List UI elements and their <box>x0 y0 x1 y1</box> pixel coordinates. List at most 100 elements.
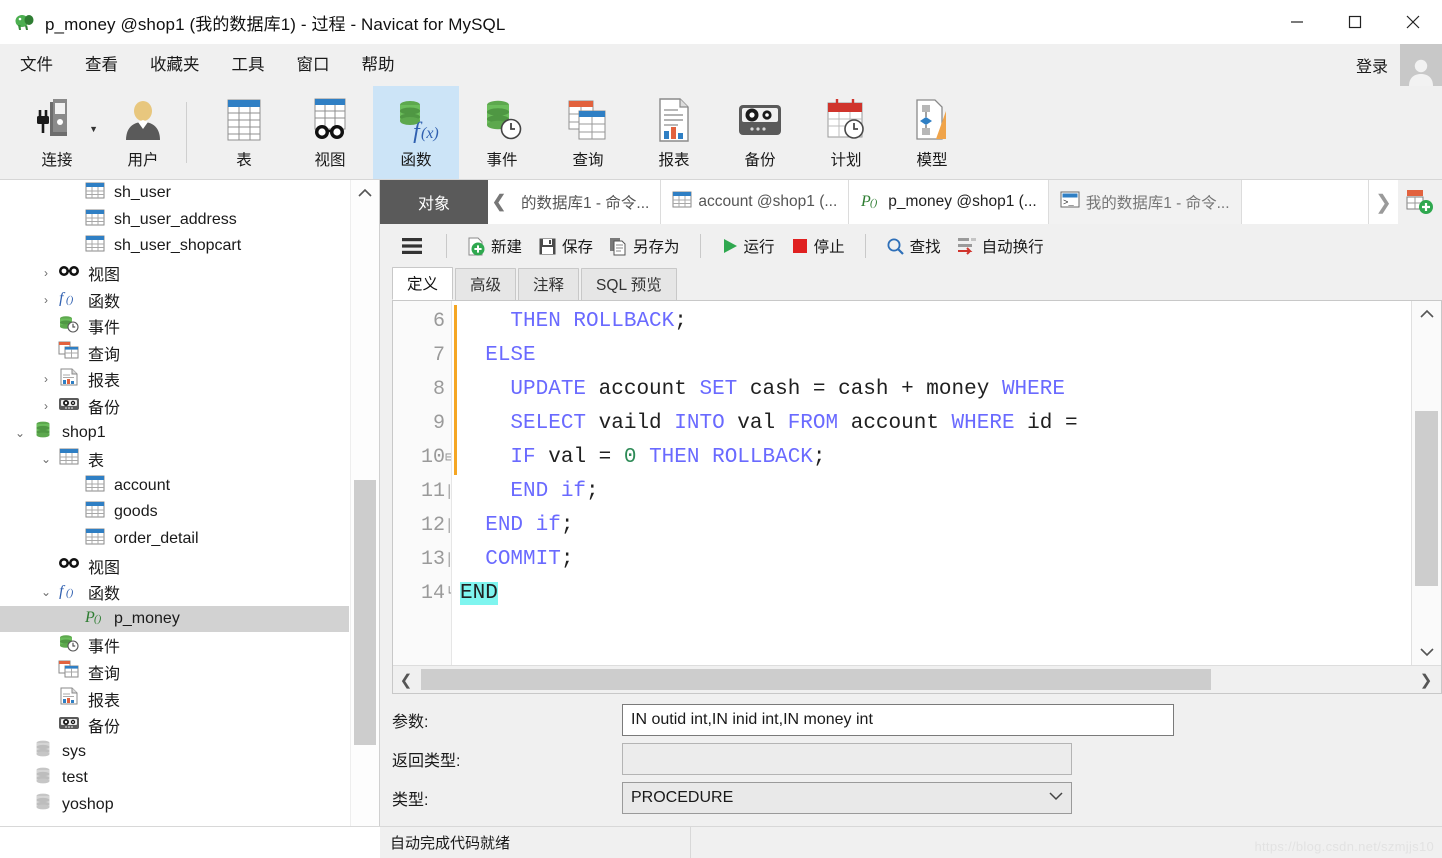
open-tabs[interactable]: 的数据库1 - 命令... account @shop1 (... P() p_mon… <box>510 180 1368 224</box>
subtab[interactable]: 注释 <box>518 268 580 300</box>
chevron-right-icon[interactable]: › <box>36 293 56 307</box>
code-line[interactable]: COMMIT; <box>452 543 1411 577</box>
menu-favorites[interactable]: 收藏夹 <box>140 44 210 86</box>
chevron-down-icon[interactable]: ⌄ <box>36 585 56 599</box>
database-tree[interactable]: sh_user sh_user_address sh_user_shopcart › 视… <box>0 180 349 858</box>
ribbon-event[interactable]: 事件 <box>459 86 545 179</box>
ribbon-connection[interactable]: 连接 ▼ <box>14 86 100 179</box>
menu-file[interactable]: 文件 <box>10 44 63 86</box>
code-area[interactable]: THEN ROLLBACK; ELSE UPDATE account SET c… <box>451 301 1411 665</box>
objects-tab[interactable]: 对象 <box>380 180 488 224</box>
tree-node[interactable]: sh_user_shopcart <box>0 233 349 260</box>
code-line[interactable]: END if; <box>452 509 1411 543</box>
tree-node[interactable]: 视图 <box>0 552 349 579</box>
new-button[interactable]: 新建 <box>459 231 530 261</box>
code-line[interactable]: UPDATE account SET cash = cash + money W… <box>452 373 1411 407</box>
run-button[interactable]: 运行 <box>713 231 783 261</box>
hamburger-menu-icon[interactable] <box>390 237 434 255</box>
editor-horizontal-scrollbar[interactable]: ❮ ❯ <box>393 665 1441 693</box>
find-button[interactable]: 查找 <box>878 231 949 261</box>
tree-node[interactable]: 查询 <box>0 340 349 367</box>
code-line[interactable]: END <box>452 577 1411 611</box>
save-button[interactable]: 保存 <box>530 231 601 261</box>
ribbon-query[interactable]: 查询 <box>545 86 631 179</box>
tree-node[interactable]: 报表 <box>0 685 349 712</box>
editor-scroll-up[interactable] <box>1412 301 1441 327</box>
tree-node[interactable]: ⌄ f() 函数 <box>0 579 349 606</box>
parameters-field[interactable]: IN outid int,IN inid int,IN money int <box>622 704 1174 736</box>
chevron-down-icon[interactable]: ⌄ <box>10 426 30 440</box>
menu-help[interactable]: 帮助 <box>352 44 405 86</box>
word-wrap-button[interactable]: 自动换行 <box>949 231 1052 261</box>
new-tab-plus-icon[interactable] <box>1398 180 1442 224</box>
menu-window[interactable]: 窗口 <box>287 44 340 86</box>
chevron-down-icon[interactable]: ▼ <box>89 124 98 134</box>
sidebar-scroll-up[interactable] <box>351 180 379 206</box>
code-line[interactable]: END if; <box>452 475 1411 509</box>
tree-node[interactable]: P() p_money <box>0 605 349 633</box>
avatar[interactable] <box>1400 44 1442 86</box>
ribbon-function[interactable]: f (x) 函数 <box>373 86 459 179</box>
tree-node[interactable]: ⌄ 表 <box>0 446 349 473</box>
tree-node[interactable]: 事件 <box>0 632 349 659</box>
editor-hscroll-thumb[interactable] <box>421 669 1211 690</box>
sql-editor[interactable]: 6 7 8 9 10 ⊟ 11 │ 12 │ 13 │ 14 └ THEN ROLLBACK; ELSE … <box>392 300 1442 694</box>
tree-node[interactable]: yoshop <box>0 792 349 819</box>
tree-node[interactable]: sh_user_address <box>0 207 349 234</box>
ribbon-model[interactable]: 模型 <box>889 86 975 179</box>
maximize-button[interactable] <box>1326 0 1384 44</box>
chevron-right-icon[interactable]: › <box>36 266 56 280</box>
tree-node[interactable]: 事件 <box>0 313 349 340</box>
chevron-right-icon[interactable]: › <box>36 399 56 413</box>
editor-scroll-down[interactable] <box>1412 639 1441 665</box>
code-line[interactable]: ELSE <box>452 339 1411 373</box>
editor-tab[interactable]: 的数据库1 - 命令... <box>510 180 662 224</box>
definition-subtabs[interactable]: 定义 高级 注释 SQL 预览 <box>380 267 1442 300</box>
ribbon-table[interactable]: 表 <box>201 86 287 179</box>
login-link[interactable]: 登录 <box>1356 53 1388 77</box>
tree-node[interactable]: order_detail <box>0 526 349 553</box>
editor-scroll-right[interactable]: ❯ <box>1413 671 1439 689</box>
ribbon-backup[interactable]: 备份 <box>717 86 803 179</box>
ribbon-user[interactable]: 用户 <box>100 86 186 179</box>
sidebar-scrollbar[interactable] <box>350 180 379 858</box>
chevron-down-icon[interactable]: ⌄ <box>36 452 56 466</box>
tree-node[interactable]: account <box>0 473 349 500</box>
editor-vertical-scrollbar[interactable] <box>1411 301 1441 665</box>
code-line[interactable]: SELECT vaild INTO val FROM account WHERE… <box>452 407 1411 441</box>
chevron-right-icon[interactable]: › <box>36 372 56 386</box>
tree-node[interactable]: › 备份 <box>0 393 349 420</box>
ribbon-report[interactable]: 报表 <box>631 86 717 179</box>
editor-tab[interactable]: P() p_money @shop1 (... <box>849 180 1049 224</box>
tree-node[interactable]: › 视图 <box>0 260 349 287</box>
code-line[interactable]: IF val = 0 THEN ROLLBACK; <box>452 441 1411 475</box>
save-as-button[interactable]: 另存为 <box>601 231 688 261</box>
tree-node[interactable]: 备份 <box>0 712 349 739</box>
minimize-button[interactable] <box>1268 0 1326 44</box>
tree-node[interactable]: goods <box>0 499 349 526</box>
tree-node[interactable]: ⌄ shop1 <box>0 419 349 446</box>
tabs-scroll-right[interactable]: ❯ <box>1368 180 1398 224</box>
ribbon-schedule[interactable]: 计划 <box>803 86 889 179</box>
code-line[interactable]: THEN ROLLBACK; <box>452 305 1411 339</box>
editor-tab[interactable]: >_ 我的数据库1 - 命令... <box>1048 180 1242 224</box>
menu-view[interactable]: 查看 <box>75 44 128 86</box>
tree-node[interactable]: 查询 <box>0 659 349 686</box>
editor-scroll-thumb[interactable] <box>1415 411 1438 586</box>
routine-type-select[interactable]: PROCEDURE <box>622 782 1072 814</box>
stop-button[interactable]: 停止 <box>783 231 853 261</box>
editor-tab[interactable]: account @shop1 (... <box>661 180 850 224</box>
chevron-down-icon[interactable] <box>1049 792 1063 804</box>
subtab[interactable]: 高级 <box>455 268 517 300</box>
subtab[interactable]: 定义 <box>392 267 454 300</box>
tree-node[interactable]: test <box>0 765 349 792</box>
subtab[interactable]: SQL 预览 <box>581 268 677 300</box>
tabs-scroll-left[interactable]: ❮ <box>488 180 510 224</box>
ribbon-view[interactable]: 视图 <box>287 86 373 179</box>
sidebar-scroll-thumb[interactable] <box>354 480 376 745</box>
close-button[interactable] <box>1384 0 1442 44</box>
tree-node[interactable]: sys <box>0 738 349 765</box>
editor-scroll-left[interactable]: ❮ <box>393 671 419 689</box>
tree-node[interactable]: › f() 函数 <box>0 286 349 313</box>
tree-node[interactable]: › 报表 <box>0 366 349 393</box>
